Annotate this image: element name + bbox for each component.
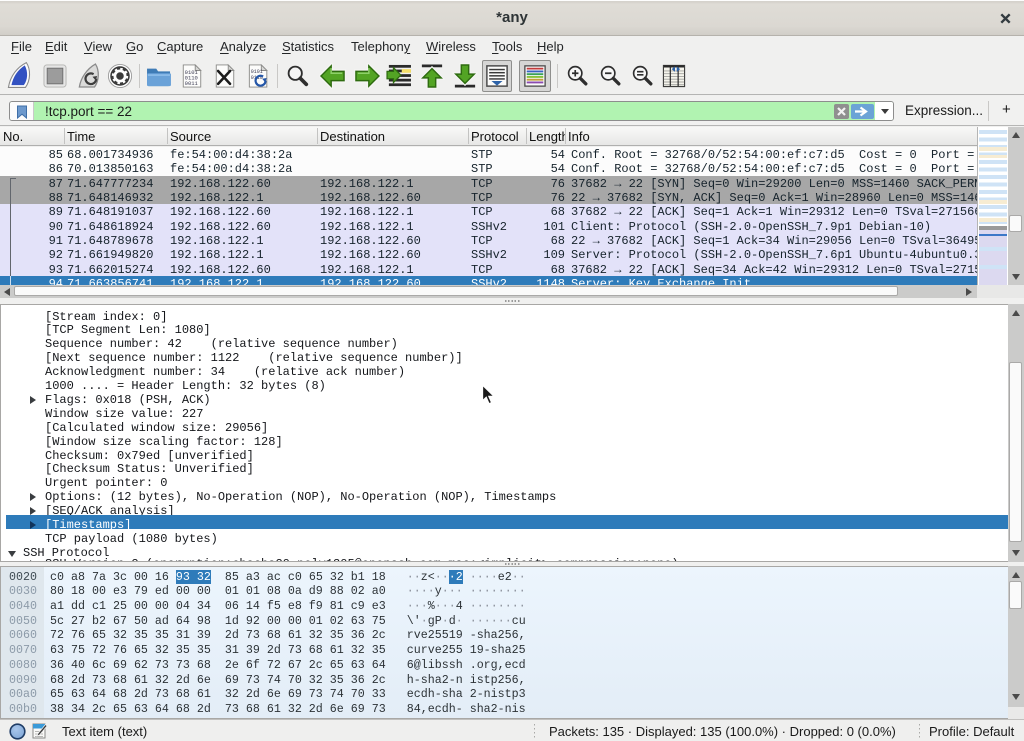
svg-text:0011: 0011 [185, 80, 199, 87]
